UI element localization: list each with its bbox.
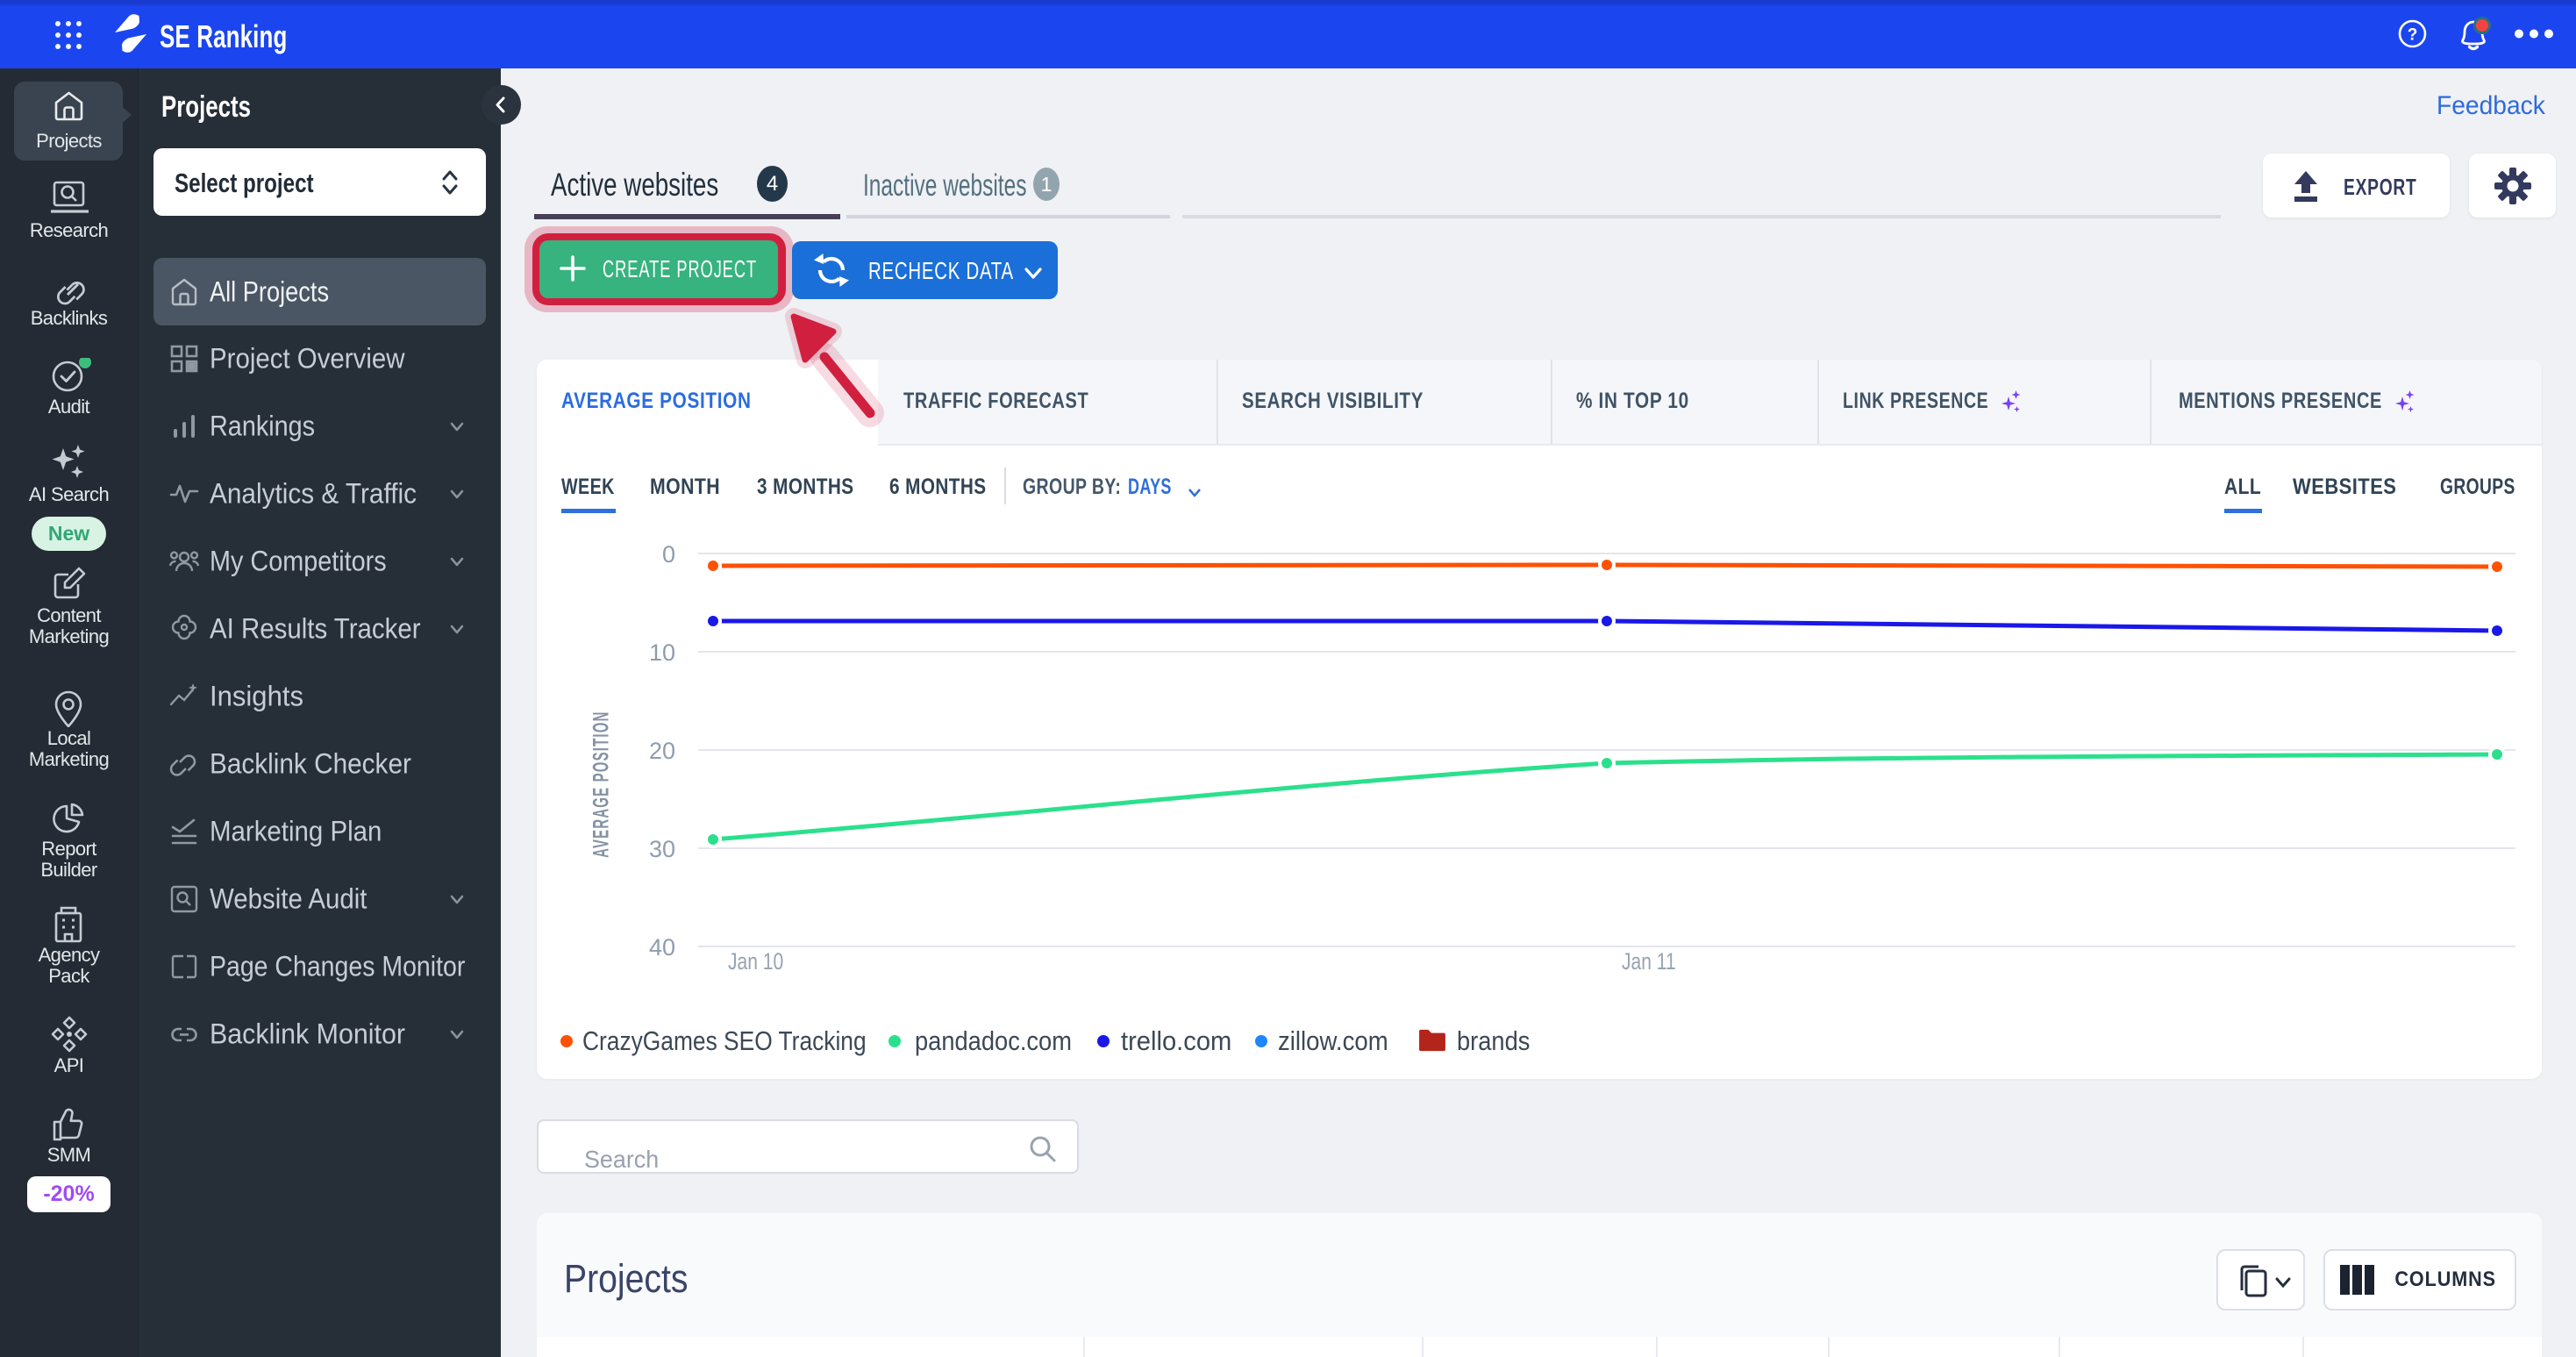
svg-text:?: ? — [2408, 26, 2418, 45]
